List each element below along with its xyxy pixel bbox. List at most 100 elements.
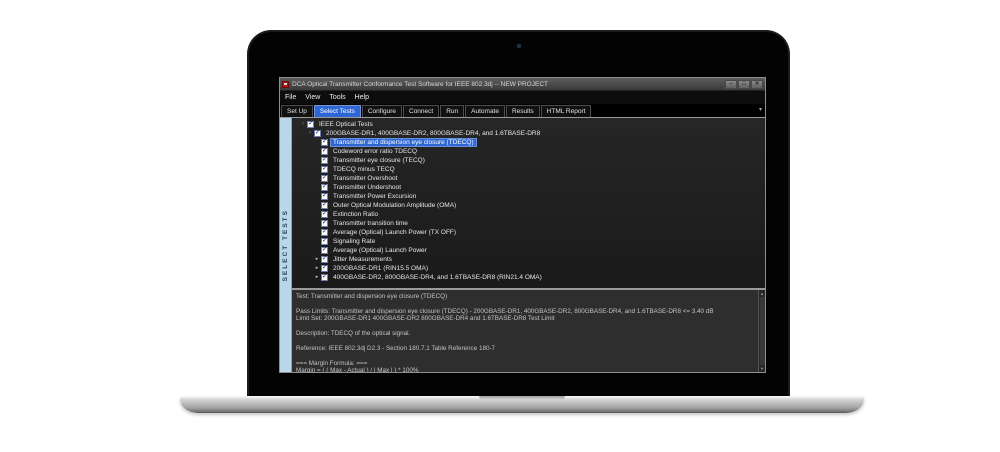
expand-arrow-icon[interactable]: ▸ xyxy=(313,273,321,282)
tree-row-label: TDECQ minus TECQ xyxy=(331,166,397,173)
menu-tools[interactable]: Tools xyxy=(329,94,345,101)
main-area: ▾✓IEEE Optical Tests▾✓200GBASE-DR1, 400G… xyxy=(292,118,765,372)
tree-row[interactable]: ✓ Extinction Ratio xyxy=(292,210,765,219)
tree-row[interactable]: ✓ Transmitter transition time xyxy=(292,219,765,228)
window-titlebar: DCA Optical Transmitter Conformance Test… xyxy=(280,78,765,91)
checkbox[interactable]: ✓ xyxy=(321,229,328,236)
checkbox[interactable]: ✓ xyxy=(321,202,328,209)
expand-arrow-icon[interactable]: ▸ xyxy=(313,255,321,264)
tree-row[interactable]: ✓Average (Optical) Launch Power xyxy=(292,246,765,255)
checkbox[interactable]: ✓ xyxy=(321,256,328,263)
checkbox[interactable]: ✓ xyxy=(321,238,328,245)
check-icon: ✓ xyxy=(322,156,327,163)
tree-row-label: Transmitter transition time xyxy=(331,220,410,227)
tree-row[interactable]: ✓Transmitter Undershoot xyxy=(292,183,765,192)
expand-arrow-icon[interactable]: ▸ xyxy=(313,264,321,273)
check-icon: ✓ xyxy=(308,120,313,127)
tree-row[interactable]: ✓ Transmitter eye closure (TECQ) xyxy=(292,156,765,165)
tree-row-label: Transmitter and dispersion eye closure (… xyxy=(331,139,476,146)
checkbox[interactable]: ✓ xyxy=(321,157,328,164)
checkbox[interactable]: ✓ xyxy=(307,121,314,128)
checkbox[interactable]: ✓ xyxy=(321,274,328,281)
tree-row-label: IEEE Optical Tests xyxy=(317,121,375,128)
tree-row[interactable]: ▸✓ Jitter Measurements xyxy=(292,255,765,264)
window-controls: – □ ✕ xyxy=(725,80,763,89)
checkbox[interactable]: ✓ xyxy=(321,184,328,191)
vertical-banner-label: SELECT TESTS xyxy=(282,209,289,281)
tree-row[interactable]: ✓Signaling Rate xyxy=(292,237,765,246)
checkbox[interactable]: ✓ xyxy=(314,130,321,137)
details-line: Description: TDECQ of the optical signal… xyxy=(296,330,756,337)
details-line: === Margin Formula: === xyxy=(296,360,756,367)
checkbox[interactable]: ✓ xyxy=(321,166,328,173)
checkbox[interactable]: ✓ xyxy=(321,211,328,218)
checkbox[interactable]: ✓ xyxy=(321,265,328,272)
check-icon: ✓ xyxy=(315,129,320,136)
check-icon: ✓ xyxy=(322,228,327,235)
scrollbar-track[interactable] xyxy=(760,297,765,365)
tree-row[interactable]: ✓ Outer Optical Modulation Amplitude (OMA… xyxy=(292,201,765,210)
menu-bar: File View Tools Help xyxy=(280,91,765,104)
check-icon: ✓ xyxy=(322,210,327,217)
menu-file[interactable]: File xyxy=(285,94,296,101)
menu-view[interactable]: View xyxy=(305,94,320,101)
app-icon xyxy=(282,81,289,88)
tab-bar: Set UpSelect TestsConfigureConnectRunAut… xyxy=(280,104,765,118)
check-icon: ✓ xyxy=(322,219,327,226)
tab-results[interactable]: Results xyxy=(506,105,540,117)
tree-row[interactable]: ✓ Codeword error ratio TDECQ xyxy=(292,147,765,156)
check-icon: ✓ xyxy=(322,147,327,154)
tab-configure[interactable]: Configure xyxy=(362,105,402,117)
minimize-button[interactable]: – xyxy=(725,80,737,89)
check-icon: ✓ xyxy=(322,273,327,280)
tree-row-label: 200GBASE-DR1 (RIN15.5 OMA) xyxy=(331,265,430,272)
check-icon: ✓ xyxy=(322,264,327,271)
tab-set-up[interactable]: Set Up xyxy=(281,105,313,117)
checkbox[interactable]: ✓ xyxy=(321,139,328,146)
tree-row[interactable]: ▾✓200GBASE-DR1, 400GBASE-DR2, 800GBASE-D… xyxy=(292,129,765,138)
tree-row-label: Average (Optical) Launch Power (TX OFF) xyxy=(331,229,458,236)
tree-row-label: Transmitter Power Excursion xyxy=(331,193,418,200)
tree-row-label: Transmitter eye closure (TECQ) xyxy=(331,157,427,164)
tree-row[interactable]: ✓Transmitter and dispersion eye closure … xyxy=(292,138,765,147)
tree-row[interactable]: ▸✓ 200GBASE-DR1 (RIN15.5 OMA) xyxy=(292,264,765,273)
checkbox[interactable]: ✓ xyxy=(321,175,328,182)
tree-row-label: Average (Optical) Launch Power xyxy=(331,247,429,254)
check-icon: ✓ xyxy=(322,237,327,244)
expanded-marker-icon[interactable]: ▾ xyxy=(299,120,307,129)
tab-run[interactable]: Run xyxy=(440,105,464,117)
tab-connect[interactable]: Connect xyxy=(403,105,439,117)
details-line xyxy=(296,352,756,359)
tree-row[interactable]: ✓Transmitter Power Excursion xyxy=(292,192,765,201)
close-button[interactable]: ✕ xyxy=(751,80,763,89)
tab-automate[interactable]: Automate xyxy=(465,105,505,117)
menu-help[interactable]: Help xyxy=(355,94,369,101)
checkbox[interactable]: ✓ xyxy=(321,220,328,227)
tree-row[interactable]: ✓ TDECQ minus TECQ xyxy=(292,165,765,174)
tree-row[interactable]: ▸✓400GBASE-DR2, 800GBASE-DR4, and 1.6TBA… xyxy=(292,273,765,282)
checkbox[interactable]: ✓ xyxy=(321,247,328,254)
scroll-up-icon[interactable]: ▲ xyxy=(760,291,764,296)
checkbox[interactable]: ✓ xyxy=(321,193,328,200)
scroll-down-icon[interactable]: ▼ xyxy=(760,366,764,371)
tab-overflow-arrow-icon[interactable]: ▾ xyxy=(759,107,762,113)
laptop-screen-bezel: DCA Optical Transmitter Conformance Test… xyxy=(247,30,790,402)
check-icon: ✓ xyxy=(322,201,327,208)
details-scrollbar[interactable]: ▲ ▼ xyxy=(758,290,765,372)
tree-row-label: Outer Optical Modulation Amplitude (OMA) xyxy=(331,202,458,209)
checkbox[interactable]: ✓ xyxy=(321,148,328,155)
page-background: DCA Optical Transmitter Conformance Test… xyxy=(0,0,1000,452)
tree-row[interactable]: ✓Transmitter Overshoot xyxy=(292,174,765,183)
expanded-marker-icon[interactable]: ▾ xyxy=(306,129,314,138)
tab-html-report[interactable]: HTML Report xyxy=(541,105,592,117)
check-icon: ✓ xyxy=(322,165,327,172)
tree-row[interactable]: ✓ Average (Optical) Launch Power (TX OFF) xyxy=(292,228,765,237)
details-line xyxy=(296,300,756,307)
tree-row[interactable]: ▾✓ IEEE Optical Tests xyxy=(292,120,765,129)
tab-select-tests[interactable]: Select Tests xyxy=(314,105,361,117)
tree-row-label: Jitter Measurements xyxy=(331,256,394,263)
tree-row-label: Codeword error ratio TDECQ xyxy=(331,148,419,155)
maximize-button[interactable]: □ xyxy=(738,80,750,89)
check-icon: ✓ xyxy=(322,255,327,262)
tree-row-label: Extinction Ratio xyxy=(331,211,380,218)
